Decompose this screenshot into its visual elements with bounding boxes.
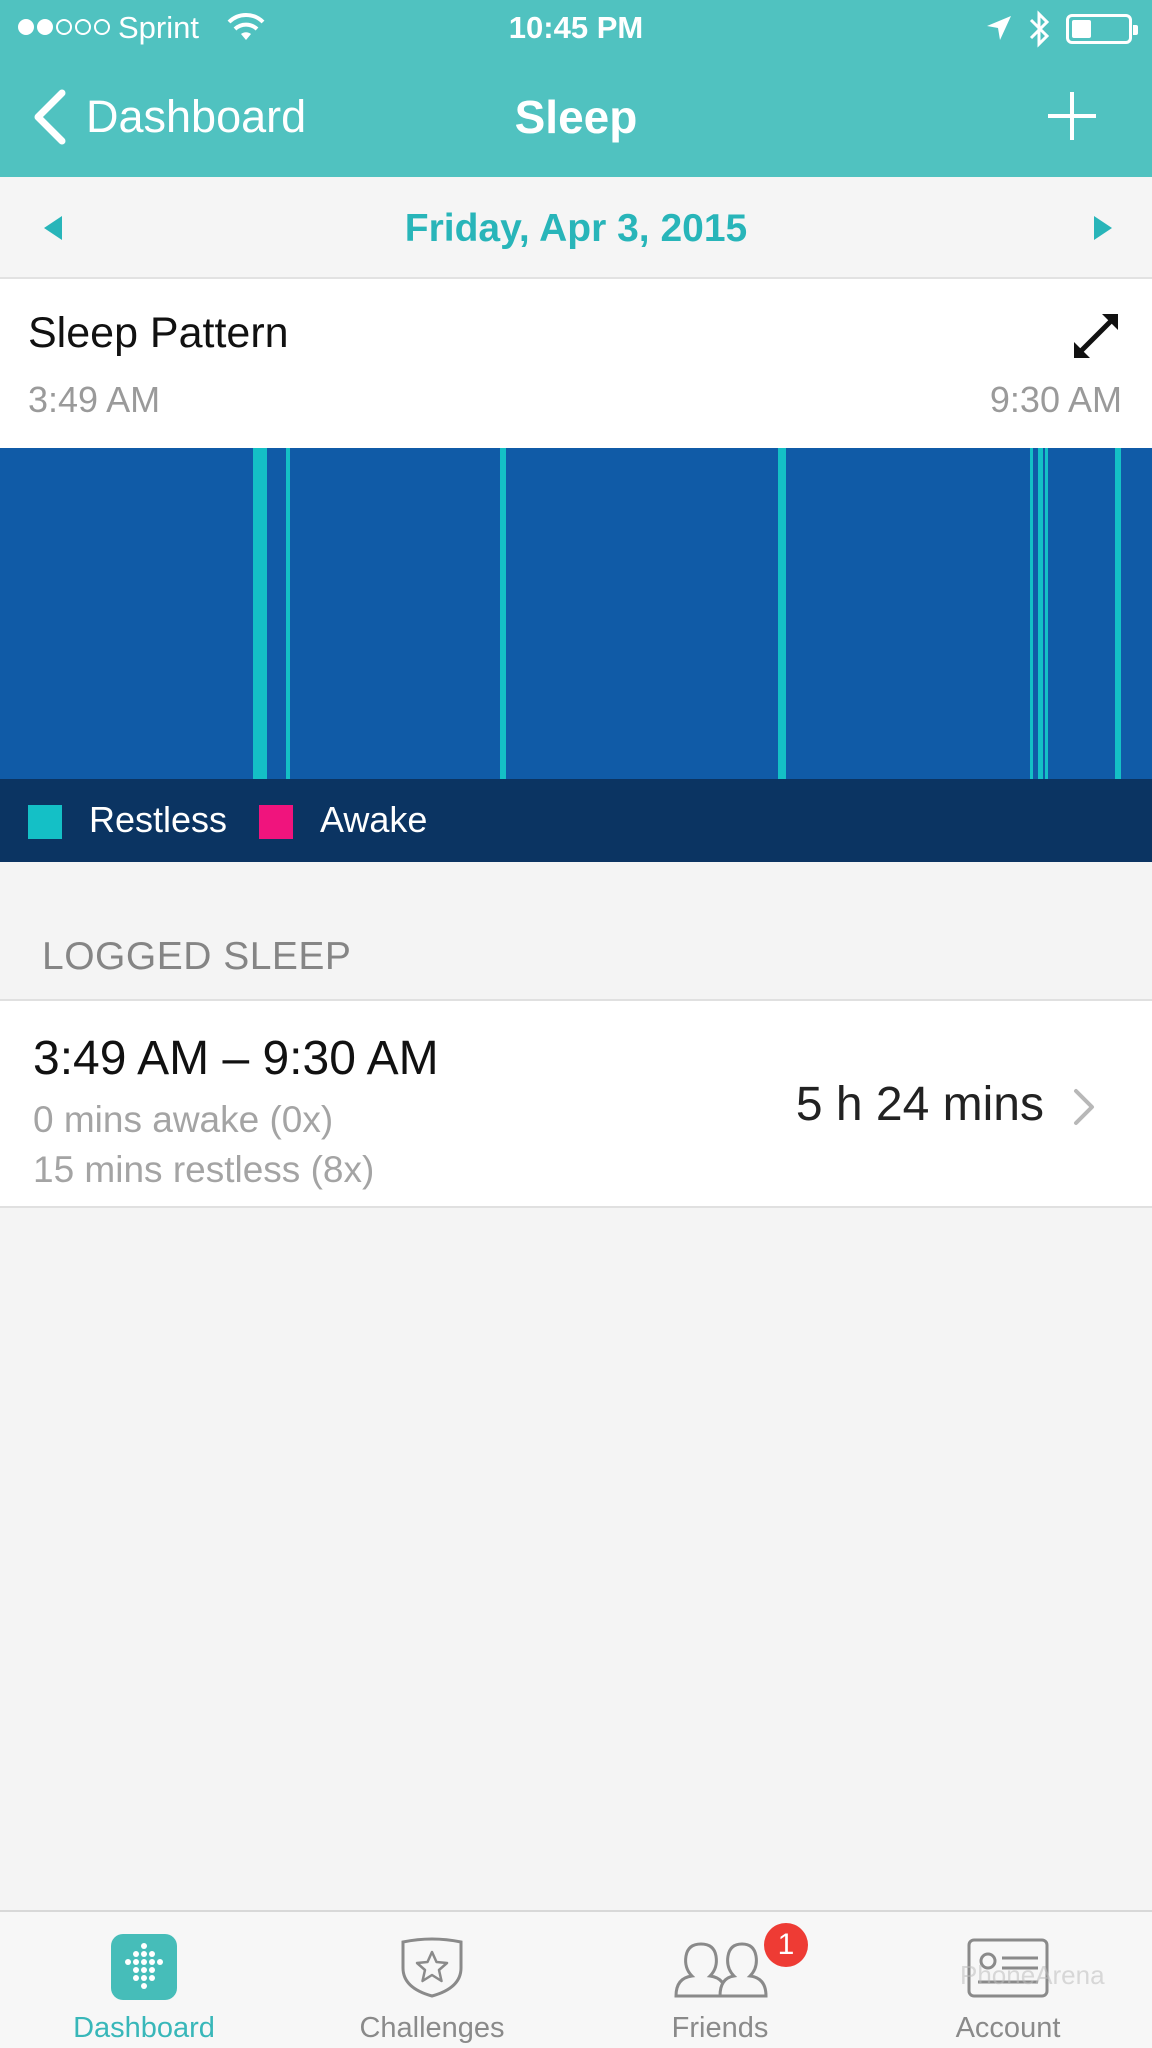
sleep-pattern-title: Sleep Pattern	[28, 309, 289, 357]
people-icon	[674, 1942, 768, 1998]
sleep-start-time: 3:49 AM	[28, 379, 161, 420]
watermark: PhoneArena	[960, 1960, 1105, 1990]
battery-fill	[1072, 20, 1091, 38]
battery-icon	[1066, 14, 1138, 44]
tab-friends[interactable]: Friends	[576, 1912, 864, 2048]
next-day-button[interactable]	[1084, 210, 1120, 246]
logged-sleep-row[interactable]: 3:49 AM – 9:30 AM 0 mins awake (0x) 15 m…	[0, 999, 1152, 1208]
tab-dashboard[interactable]: Dashboard	[0, 1912, 288, 2048]
expand-arrows-icon[interactable]	[1072, 312, 1120, 360]
restless-swatch	[28, 805, 62, 839]
awake-swatch	[259, 805, 293, 839]
fitbit-dots-icon	[111, 1934, 177, 2000]
restless-marker	[1115, 448, 1121, 779]
location-arrow-icon	[987, 16, 1011, 40]
chevron-right-icon	[1074, 1089, 1094, 1125]
star-shield-icon	[401, 1937, 463, 1998]
awake-summary: 0 mins awake (0x)	[33, 1099, 334, 1140]
top-bar: Sprint 10:45 PM Dashboard Sleep	[0, 0, 1152, 177]
sleep-pattern-graph[interactable]	[0, 448, 1152, 779]
current-date: Friday, Apr 3, 2015	[404, 207, 748, 250]
plus-icon[interactable]	[1044, 88, 1100, 144]
restless-legend-label: Restless	[89, 799, 228, 840]
sleep-time-range: 3:49 AM – 9:30 AM	[33, 1032, 439, 1085]
sleep-duration: 5 h 24 mins	[795, 1078, 1044, 1131]
restless-marker	[1030, 448, 1033, 779]
restless-marker	[500, 448, 506, 779]
tab-challenges[interactable]: Challenges	[288, 1912, 576, 2048]
bluetooth-icon	[1029, 10, 1050, 48]
restless-marker	[1045, 448, 1048, 779]
restless-marker	[253, 448, 267, 779]
sleep-pattern-header: Sleep Pattern 3:49 AM 9:30 AM	[0, 279, 1152, 448]
friends-notification-badge: 1	[764, 1923, 808, 1967]
date-selector: Friday, Apr 3, 2015	[0, 177, 1152, 279]
logged-sleep-heading: LOGGED SLEEP	[42, 935, 352, 978]
sleep-end-time: 9:30 AM	[989, 379, 1122, 420]
status-time: 10:45 PM	[508, 10, 644, 45]
tab-dashboard-label: Dashboard	[73, 2012, 215, 2044]
restless-summary: 15 mins restless (8x)	[33, 1149, 375, 1190]
tab-challenges-label: Challenges	[359, 2012, 505, 2044]
tab-account-label: Account	[955, 2012, 1061, 2044]
restless-marker	[778, 448, 786, 779]
awake-legend-label: Awake	[320, 799, 428, 840]
restless-marker	[286, 448, 290, 779]
restless-marker	[1038, 448, 1043, 779]
status-bar: Sprint 10:45 PM	[0, 0, 1152, 58]
page-title: Sleep	[514, 91, 638, 143]
tab-friends-label: Friends	[671, 2012, 769, 2044]
graph-legend: Restless Awake	[0, 779, 1152, 862]
